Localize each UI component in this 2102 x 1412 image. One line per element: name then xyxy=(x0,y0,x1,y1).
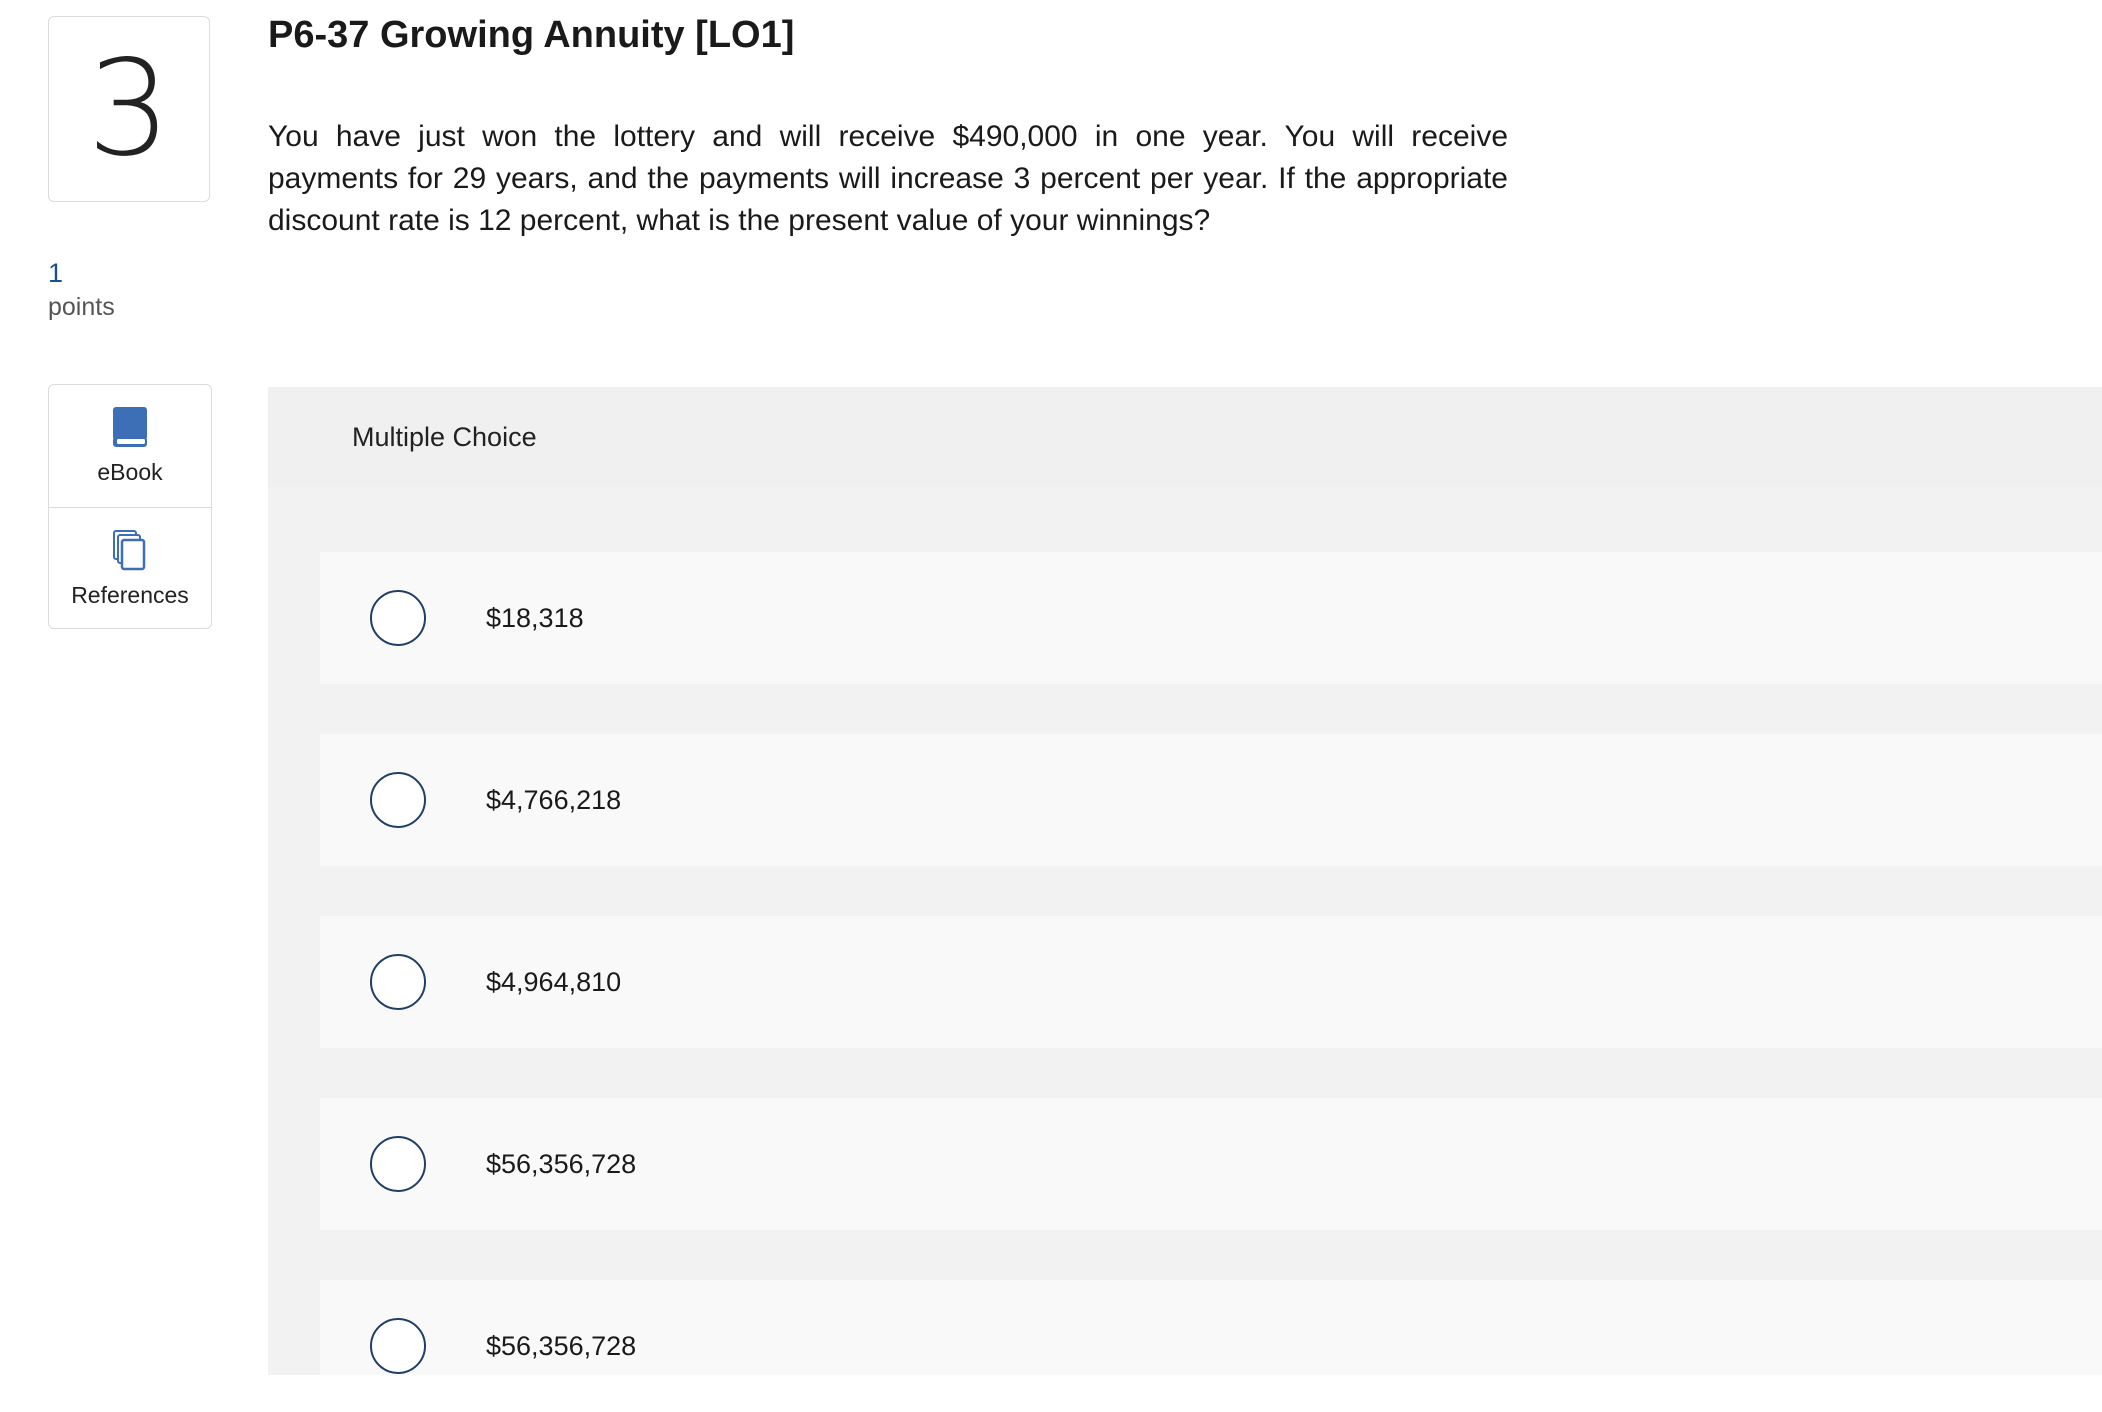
references-button[interactable]: References xyxy=(49,507,211,630)
points-value: 1 xyxy=(48,258,64,288)
multiple-choice-panel: Multiple Choice $18,318 $4,766,218 $4,96… xyxy=(268,387,2102,1375)
points-info: 1 points xyxy=(48,256,115,324)
answer-option[interactable]: $4,964,810 xyxy=(320,916,2102,1048)
question-number: 3 xyxy=(48,16,210,202)
radio-button[interactable] xyxy=(370,1318,426,1374)
question-text: You have just won the lottery and will r… xyxy=(268,120,1508,237)
answer-option-label: $56,356,728 xyxy=(486,1149,637,1179)
radio-button[interactable] xyxy=(370,1136,426,1192)
copy-pages-icon xyxy=(111,529,149,576)
radio-button[interactable] xyxy=(370,954,426,1010)
tools-panel: eBook References xyxy=(48,384,212,629)
ebook-button[interactable]: eBook xyxy=(49,385,211,507)
answer-option-label: $4,964,810 xyxy=(486,967,622,997)
answer-option-label: $4,766,218 xyxy=(486,785,622,815)
answer-option-label: $56,356,728 xyxy=(486,1331,637,1361)
question-title: P6-37 Growing Annuity [LO1] xyxy=(268,14,795,56)
radio-button[interactable] xyxy=(370,772,426,828)
radio-button[interactable] xyxy=(370,590,426,646)
book-icon xyxy=(112,406,148,453)
multiple-choice-header: Multiple Choice xyxy=(268,387,2102,487)
answer-option[interactable]: $18,318 xyxy=(320,552,2102,684)
answer-option[interactable]: $56,356,728 xyxy=(320,1280,2102,1375)
references-label: References xyxy=(71,582,189,608)
ebook-label: eBook xyxy=(97,459,163,485)
answer-option[interactable]: $4,766,218 xyxy=(320,734,2102,866)
points-label: points xyxy=(48,293,115,321)
answer-option[interactable]: $56,356,728 xyxy=(320,1098,2102,1230)
answer-option-label: $18,318 xyxy=(486,603,584,633)
